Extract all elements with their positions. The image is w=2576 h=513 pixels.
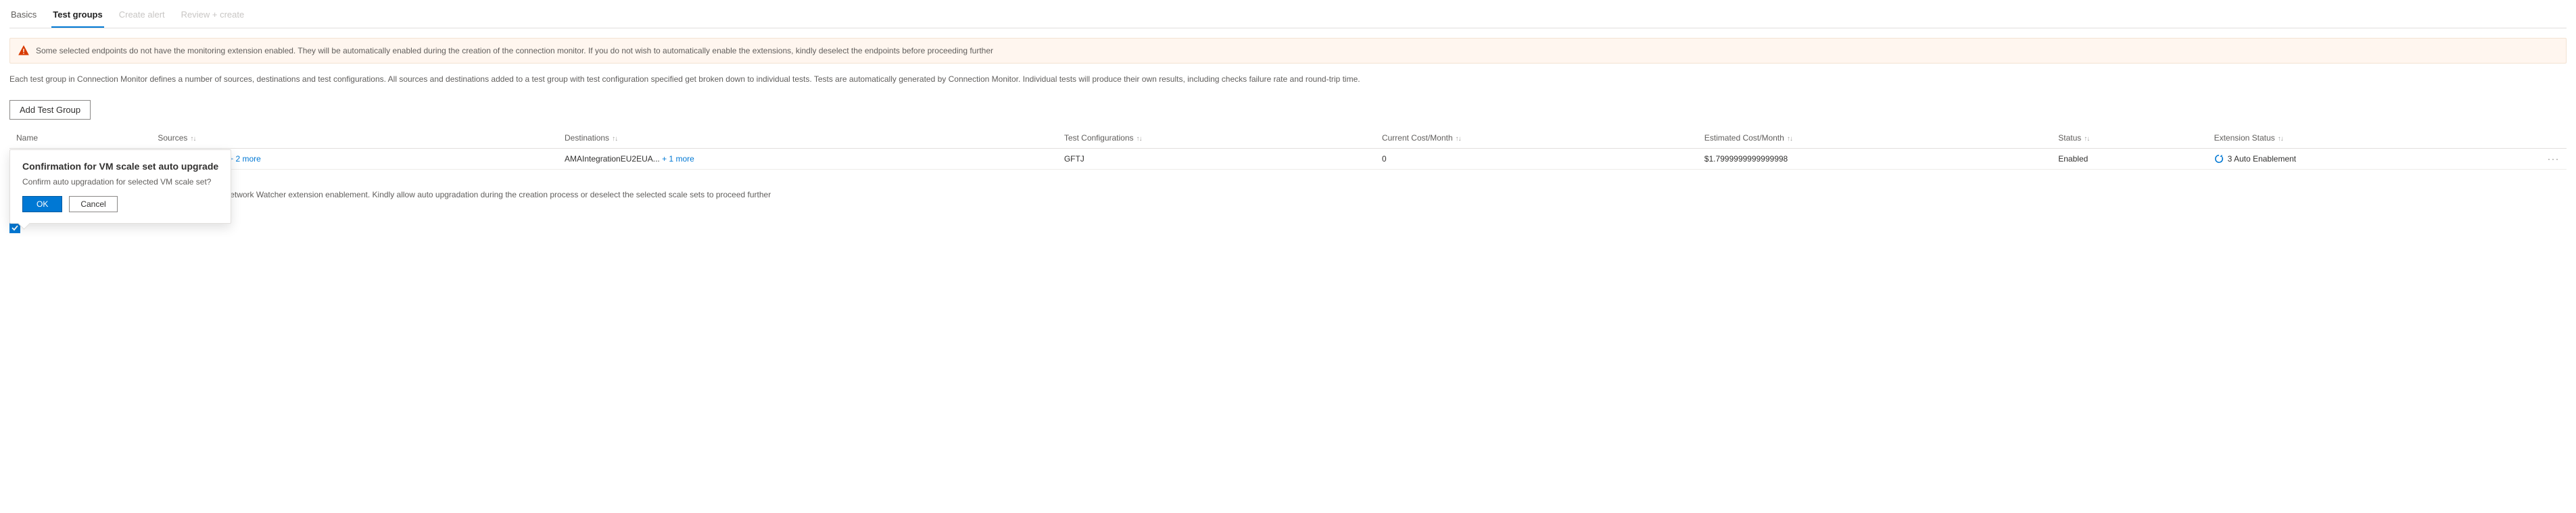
- sort-icon: ↑↓: [2084, 135, 2089, 143]
- col-extension-status[interactable]: Extension Status↑↓: [2208, 128, 2541, 149]
- test-groups-table: Name Sources↑↓ Destinations↑↓ Test Confi…: [9, 128, 2567, 170]
- row-current-cost: 0: [1375, 149, 1698, 170]
- row-destinations: AMAIntegrationEU2EUA...: [565, 154, 660, 164]
- col-name[interactable]: Name: [9, 128, 151, 149]
- col-current-cost[interactable]: Current Cost/Month↑↓: [1375, 128, 1698, 149]
- row-destinations-more-link[interactable]: + 1 more: [662, 154, 694, 164]
- enable-extension-label: Enable Network watcher extension i: [9, 209, 2567, 218]
- col-sources[interactable]: Sources↑↓: [151, 128, 558, 149]
- tab-basics[interactable]: Basics: [9, 5, 38, 28]
- sort-icon: ↑↓: [612, 135, 617, 143]
- row-sources-more-link[interactable]: + 2 more: [229, 154, 261, 164]
- warning-icon: [18, 45, 29, 56]
- tab-review-create: Review + create: [180, 5, 246, 28]
- popover-title: Confirmation for VM scale set auto upgra…: [22, 161, 218, 172]
- confirmation-popover: Confirmation for VM scale set auto upgra…: [9, 149, 231, 224]
- warning-text: Some selected endpoints do not have the …: [36, 46, 993, 55]
- col-status[interactable]: Status↑↓: [2051, 128, 2207, 149]
- col-test-configurations[interactable]: Test Configurations↑↓: [1057, 128, 1375, 149]
- tab-create-alert: Create alert: [118, 5, 166, 28]
- table-row: SCFAC Vnet1(anujaintopo) + 2 more AMAInt…: [9, 149, 2567, 170]
- scale-set-note: Some selected scale sets do not allow au…: [9, 190, 2567, 199]
- sort-icon: ↑↓: [1456, 135, 1461, 143]
- sort-icon: ↑↓: [1137, 135, 1142, 143]
- sort-icon: ↑↓: [2278, 135, 2283, 143]
- row-extension-status: 3 Auto Enablement: [2228, 154, 2296, 164]
- row-estimated-cost: $1.7999999999999998: [1698, 149, 2051, 170]
- popover-text: Confirm auto upgradation for selected VM…: [22, 177, 218, 187]
- intro-text: Each test group in Connection Monitor de…: [9, 73, 2567, 85]
- refresh-icon: [2214, 154, 2224, 164]
- row-status: Enabled: [2051, 149, 2207, 170]
- ok-button[interactable]: OK: [22, 196, 62, 212]
- warning-banner: Some selected endpoints do not have the …: [9, 38, 2567, 64]
- check-icon: [11, 224, 18, 231]
- col-destinations[interactable]: Destinations↑↓: [558, 128, 1057, 149]
- row-menu-button[interactable]: ···: [2541, 149, 2567, 170]
- add-test-group-button[interactable]: Add Test Group: [9, 100, 91, 120]
- sort-icon: ↑↓: [190, 135, 195, 143]
- cancel-button[interactable]: Cancel: [69, 196, 117, 212]
- tab-row: Basics Test groups Create alert Review +…: [9, 5, 2567, 28]
- tab-test-groups[interactable]: Test groups: [51, 5, 103, 28]
- col-estimated-cost[interactable]: Estimated Cost/Month↑↓: [1698, 128, 2051, 149]
- sort-icon: ↑↓: [1787, 135, 1792, 143]
- row-test-configurations: GFTJ: [1057, 149, 1375, 170]
